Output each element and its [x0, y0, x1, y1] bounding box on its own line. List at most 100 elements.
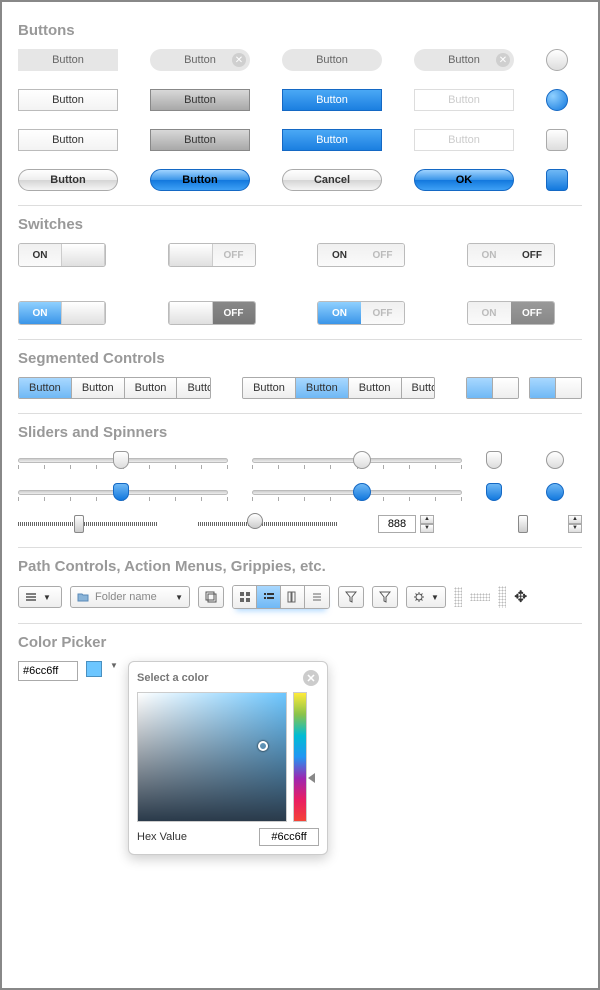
section-title-sliders: Sliders and Spinners [18, 424, 582, 441]
slider-thumb-preview [486, 451, 502, 469]
button-round-grey[interactable] [546, 49, 568, 71]
color-cursor[interactable] [258, 741, 268, 751]
segment[interactable]: Button [243, 378, 296, 398]
button-outline[interactable]: Button [18, 89, 118, 111]
segment[interactable]: Button [402, 378, 436, 398]
button-label: Button [182, 174, 217, 186]
color-hex-input[interactable] [18, 661, 78, 681]
segment[interactable] [556, 378, 581, 398]
button-disabled: Button [414, 89, 514, 111]
slider-thumb[interactable] [113, 483, 129, 501]
grippy-horizontal[interactable] [470, 593, 490, 601]
grippy-vertical[interactable] [454, 587, 462, 607]
copy-icon [204, 590, 218, 604]
button-outline-dark[interactable]: Button [150, 89, 250, 111]
color-hue-slider[interactable] [293, 692, 307, 822]
switch-on-blue[interactable]: ON [18, 301, 106, 325]
switch-on-labeled-1[interactable]: ONOFF [317, 243, 405, 267]
mini-slider-1[interactable] [18, 519, 158, 529]
slider-blue-pointer[interactable] [18, 483, 228, 501]
button-blue-2[interactable]: Button [282, 129, 382, 151]
divider [18, 623, 582, 624]
button-flat-pill-close[interactable]: Button✕ [150, 49, 250, 71]
cancel-button[interactable]: Cancel [282, 169, 382, 191]
button-flat-pill[interactable]: Button [282, 49, 382, 71]
segment[interactable]: Button [177, 378, 211, 398]
color-picker-title: Select a color [137, 672, 209, 684]
section-title-path: Path Controls, Action Menus, Grippies, e… [18, 558, 582, 575]
view-grid[interactable] [233, 586, 257, 608]
button-flat-pill-close-2[interactable]: Button✕ [414, 49, 514, 71]
folder-icon [77, 591, 89, 603]
section-title-switches: Switches [18, 216, 582, 233]
slider-thumb[interactable] [353, 451, 371, 469]
switch-off-grey-labeled[interactable]: ONOFF [467, 301, 555, 325]
chevron-down-icon[interactable]: ▼ [110, 661, 120, 670]
switch-off-dark[interactable]: OFF [168, 301, 256, 325]
filter-button[interactable] [338, 586, 364, 608]
hue-indicator-icon[interactable] [308, 773, 315, 783]
spinner-up[interactable]: ▲ [568, 515, 582, 524]
switch-off-labeled-1[interactable]: ONOFF [467, 243, 555, 267]
menu-dropdown[interactable]: ▼ [18, 586, 62, 608]
button-blue[interactable]: Button [282, 89, 382, 111]
button-square-grey[interactable] [546, 129, 568, 151]
switch-off-1[interactable]: OFF [168, 243, 256, 267]
close-icon[interactable]: ✕ [232, 53, 246, 67]
color-picker-panel: Select a color ✕ Hex Value [128, 661, 328, 855]
view-coverflow[interactable] [305, 586, 329, 608]
folder-dropdown[interactable]: Folder name ▼ [70, 586, 190, 608]
segment[interactable]: Button [296, 378, 349, 398]
switch-handle [61, 244, 105, 266]
close-button[interactable]: ✕ [303, 670, 319, 686]
spinner-down[interactable]: ▼ [420, 524, 434, 533]
segment[interactable]: Button [19, 378, 72, 398]
view-columns[interactable] [281, 586, 305, 608]
mini-slider-2[interactable] [198, 519, 338, 529]
color-saturation-field[interactable] [137, 692, 287, 822]
slider-thumb[interactable] [113, 451, 129, 469]
hex-value-input[interactable] [259, 828, 319, 846]
button-flat[interactable]: Button [18, 49, 118, 71]
chevron-down-icon: ▼ [175, 593, 183, 602]
slider-grey-pointer[interactable] [18, 451, 228, 469]
button-outline-dark-2[interactable]: Button [150, 129, 250, 151]
close-icon[interactable]: ✕ [496, 53, 510, 67]
segment[interactable]: Button [72, 378, 125, 398]
ok-button[interactable]: OK [414, 169, 514, 191]
switch-on-label: ON [468, 302, 511, 324]
segment[interactable]: Button [349, 378, 402, 398]
segment[interactable] [493, 378, 518, 398]
spinner-down[interactable]: ▼ [568, 524, 582, 533]
gear-dropdown[interactable]: ▼ [406, 586, 446, 608]
button-square-blue[interactable] [546, 169, 568, 191]
spinner-input[interactable] [378, 515, 416, 533]
slider-thumb-round-preview [546, 451, 564, 469]
slider-thumb[interactable] [247, 513, 263, 529]
spinner-up[interactable]: ▲ [420, 515, 434, 524]
switch-on-blue-labeled[interactable]: ONOFF [317, 301, 405, 325]
slider-thumb[interactable] [74, 515, 84, 533]
view-list[interactable] [257, 586, 281, 608]
segment[interactable] [467, 378, 493, 398]
button-glossy-blue[interactable]: Button [150, 169, 250, 191]
segment[interactable] [530, 378, 556, 398]
segment[interactable]: Button [125, 378, 178, 398]
filter-button-2[interactable] [372, 586, 398, 608]
button-glossy[interactable]: Button [18, 169, 118, 191]
slider-grey-round[interactable] [252, 451, 462, 469]
switch-on-label: ON [468, 244, 511, 266]
color-swatch[interactable] [86, 661, 102, 677]
slider-thumb[interactable] [353, 483, 371, 501]
grippy-vertical-2[interactable] [498, 586, 506, 608]
folder-name: Folder name [95, 591, 169, 603]
copy-button[interactable] [198, 586, 224, 608]
switch-handle [169, 302, 213, 324]
button-outline-2[interactable]: Button [18, 129, 118, 151]
segmented-mini-2 [529, 377, 582, 399]
slider-blue-round[interactable] [252, 483, 462, 501]
spinner-control: ▲ ▼ [378, 515, 434, 533]
section-title-segmented: Segmented Controls [18, 350, 582, 367]
button-round-blue[interactable] [546, 89, 568, 111]
switch-on-1[interactable]: ON [18, 243, 106, 267]
